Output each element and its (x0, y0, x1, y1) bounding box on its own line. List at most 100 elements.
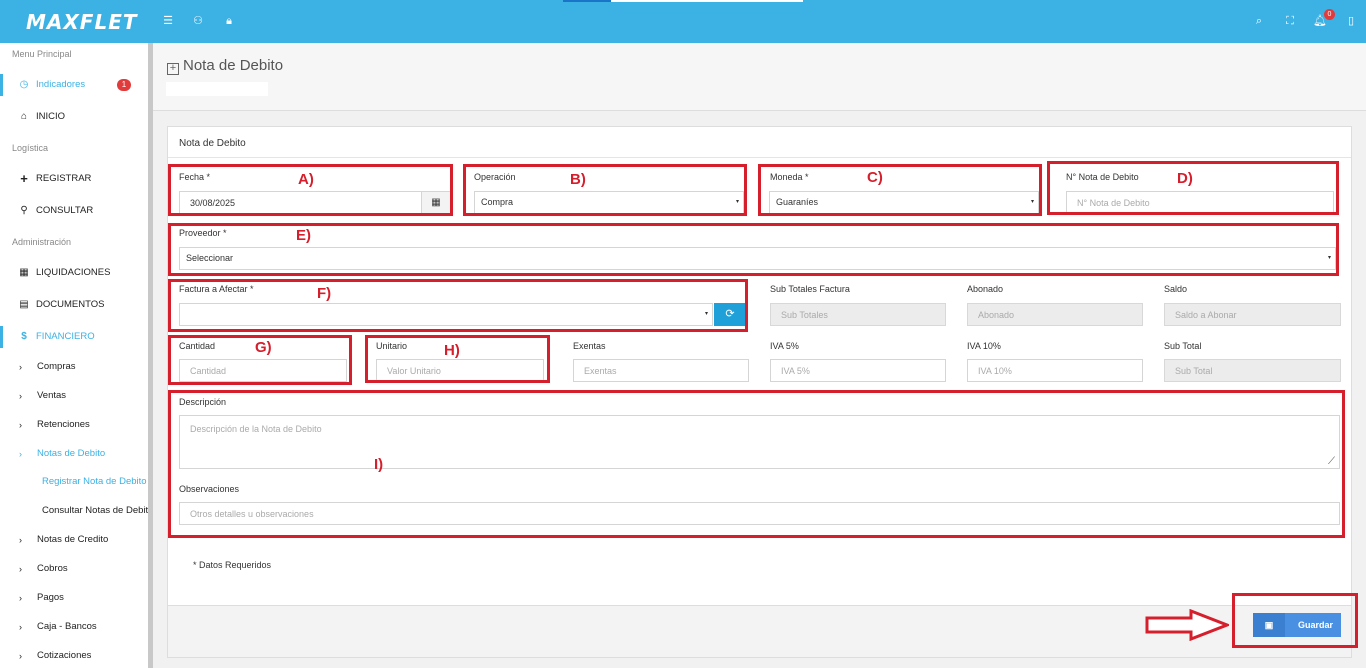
nro-nota-label: N° Nota de Debito (1066, 172, 1139, 182)
moneda-select[interactable]: Guaraníes ▾ (769, 191, 1039, 214)
saldo-label: Saldo (1164, 284, 1188, 294)
page-title: + Nota de Debito (167, 57, 284, 75)
annotation-label-i: I) (374, 456, 384, 473)
sidebar-item-financiero[interactable]: $ FINANCIERO (0, 326, 148, 348)
unitario-label: Unitario (376, 341, 408, 351)
sidebar-toggle-icon[interactable]: ▯ (1344, 14, 1358, 28)
unitario-input[interactable] (376, 359, 544, 382)
annotation-label-d: D) (1177, 170, 1193, 187)
sidebar-item-label: FINANCIERO (36, 331, 95, 342)
document-icon: ▤ (19, 299, 29, 310)
fecha-input[interactable] (179, 191, 422, 214)
sidebar-subitem-label: Notas de Debito (37, 448, 106, 459)
search-icon[interactable]: ⌕ (1252, 14, 1266, 28)
sidebar-subitem-notas-credito[interactable]: › Notas de Credito (0, 530, 148, 550)
cantidad-input[interactable] (179, 359, 347, 382)
menu-icon[interactable]: ☰ (161, 14, 175, 28)
proveedor-select[interactable]: Seleccionar ▾ (179, 247, 1336, 270)
sidebar-subitem-notas-debito[interactable]: › Notas de Debito (0, 444, 148, 464)
app-logo[interactable]: MAXFLET (26, 10, 138, 34)
sub-totales-factura-input (770, 303, 946, 326)
sidebar-item-label: REGISTRAR (36, 173, 92, 184)
sidebar-subsubitem-registrar-nota-debito[interactable]: Registrar Nota de Debito (42, 472, 148, 492)
caret-down-icon: ▾ (1030, 199, 1034, 205)
factura-select[interactable]: ▾ (179, 303, 713, 326)
chevron-right-icon: › (19, 420, 22, 430)
sidebar-item-inicio[interactable]: ⌂ INICIO (0, 106, 148, 128)
sidebar-subitem-label: Ventas (37, 390, 67, 401)
proveedor-value: Seleccionar (186, 253, 234, 263)
sub-totales-factura-label: Sub Totales Factura (770, 284, 850, 294)
caret-down-icon: ▾ (704, 311, 708, 317)
calendar-icon[interactable]: ▦ (421, 191, 451, 214)
resize-handle-icon[interactable]: ⟋ (1328, 457, 1338, 467)
sidebar-item-label: LIQUIDACIONES (36, 267, 111, 278)
abonado-label: Abonado (967, 284, 1004, 294)
sidebar-section-logistica: Logística (12, 143, 49, 153)
search-icon: ⚲ (20, 205, 28, 216)
refresh-icon[interactable]: ⟳ (714, 303, 746, 326)
notification-badge: 0 (1324, 9, 1335, 20)
sidebar-item-label: Indicadores (36, 79, 86, 90)
sidebar-subitem-pagos[interactable]: › Pagos (0, 588, 148, 608)
annotation-label-c: C) (867, 169, 883, 186)
exentas-input[interactable] (573, 359, 749, 382)
sidebar-subitem-label: Caja - Bancos (37, 621, 97, 632)
chevron-right-icon: › (19, 391, 22, 401)
sidebar-subsubitem-consultar-notas-debito[interactable]: Consultar Notas de Debito (42, 501, 148, 521)
moneda-label: Moneda * (770, 172, 809, 182)
sidebar-subitem-label: Compras (37, 361, 76, 372)
iva10-input[interactable] (967, 359, 1143, 382)
observaciones-input[interactable] (179, 502, 1340, 525)
fecha-label: Fecha * (179, 172, 211, 182)
plus-square-icon: + (167, 63, 179, 75)
sidebar-scrollbar[interactable] (148, 43, 153, 668)
iva5-label: IVA 5% (770, 341, 799, 351)
home-icon: ⌂ (20, 111, 28, 122)
sidebar-subitem-label: Cotizaciones (37, 650, 92, 661)
operacion-label: Operación (474, 172, 516, 182)
loading-progress-fill (563, 0, 611, 2)
sidebar-item-registrar[interactable]: + REGISTRAR (0, 168, 148, 190)
sidebar-subitem-cotizaciones[interactable]: › Cotizaciones (0, 646, 148, 666)
descripcion-textarea[interactable] (179, 415, 1340, 469)
iva5-input[interactable] (770, 359, 946, 382)
lock-icon[interactable]: 🔒︎ (222, 14, 236, 28)
page-title-text: Nota de Debito (183, 57, 284, 74)
annotation-label-a: A) (298, 171, 314, 188)
caret-down-icon: ▾ (1327, 255, 1331, 261)
sidebar-subitem-retenciones[interactable]: › Retenciones (0, 415, 148, 435)
sidebar-item-label: DOCUMENTOS (36, 299, 105, 310)
sidebar-subitem-caja-bancos[interactable]: › Caja - Bancos (0, 617, 148, 637)
sidebar-item-documentos[interactable]: ▤ DOCUMENTOS (0, 294, 148, 316)
user-icon[interactable]: ⚇ (191, 14, 205, 28)
operacion-value: Compra (481, 197, 514, 207)
sidebar-item-liquidaciones[interactable]: ▦ LIQUIDACIONES (0, 262, 148, 284)
observaciones-label: Observaciones (179, 484, 240, 494)
dashboard-icon: ◷ (19, 79, 29, 90)
chevron-right-icon: › (19, 622, 22, 632)
annotation-label-b: B) (570, 171, 586, 188)
exentas-label: Exentas (573, 341, 606, 351)
nro-nota-input[interactable] (1066, 191, 1334, 214)
sidebar-subitem-ventas[interactable]: › Ventas (0, 386, 148, 406)
sidebar-item-consultar[interactable]: ⚲ CONSULTAR (0, 200, 148, 222)
chevron-right-icon: › (19, 362, 22, 372)
operacion-select[interactable]: Compra ▾ (474, 191, 744, 214)
sidebar-item-label: INICIO (36, 111, 66, 122)
chevron-right-icon: › (19, 651, 22, 661)
sidebar-subitem-label: Retenciones (37, 419, 90, 430)
card-title: Nota de Debito (179, 138, 246, 149)
loading-progress-bar (563, 0, 803, 2)
sidebar-subitem-compras[interactable]: › Compras (0, 357, 148, 377)
plus-icon: + (20, 171, 28, 186)
sidebar-subitem-cobros[interactable]: › Cobros (0, 559, 148, 579)
indicadores-badge: 1 (117, 79, 131, 91)
save-button[interactable]: ▣ Guardar (1253, 613, 1341, 637)
save-button-label: Guardar (1298, 620, 1334, 630)
annotation-label-g: G) (255, 339, 272, 356)
chevron-right-icon: › (19, 593, 22, 603)
annotation-label-h: H) (444, 342, 460, 359)
sidebar-section-main: Menu Principal (12, 49, 72, 59)
fullscreen-icon[interactable]: ⛶ (1283, 14, 1297, 28)
